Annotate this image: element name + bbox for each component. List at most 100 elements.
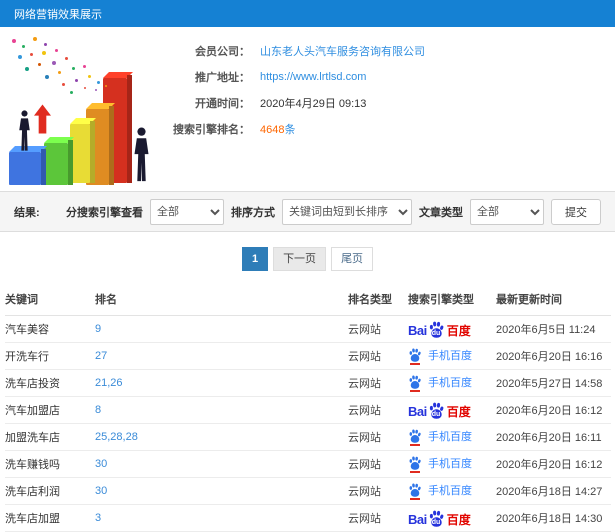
table-row: 汽车美容 9 云网站 Bai du 百度 2020年6月5日 11:24: [5, 315, 611, 343]
illus-bar-yellow: [70, 124, 90, 183]
keyword-cell: 汽车加盟店: [5, 396, 95, 424]
rank-link[interactable]: 27: [95, 350, 107, 362]
businessman-right-icon: [132, 127, 151, 183]
baidu-logo: Bai du 百度: [408, 510, 471, 527]
baidu-paw-icon: [409, 375, 421, 389]
table-row: 洗车店加盟 3 云网站 Bai du 百度 2020年6月18日 14:30: [5, 504, 611, 532]
info-section: 会员公司： 山东老人头汽车服务咨询有限公司 推广地址： https://www.…: [0, 27, 615, 191]
rank-link[interactable]: 30: [95, 458, 107, 470]
rank-cell: 27: [95, 342, 348, 370]
open-time-value: 2020年4月29日 09:13: [260, 98, 367, 110]
keyword-cell: 汽车美容: [5, 315, 95, 343]
rank-type-cell: 云网站: [348, 450, 408, 478]
table-row: 洗车赚钱吗 30 云网站 手机百度 2020年6月20日 16:12: [5, 450, 611, 478]
updated-time-cell: 2020年6月18日 14:27: [496, 477, 611, 505]
rank-link[interactable]: 25,28,28: [95, 431, 138, 443]
rank-link[interactable]: 21,26: [95, 377, 123, 389]
pagination: 1 下一页 尾页: [0, 232, 615, 283]
illus-bar-blue: [9, 152, 41, 185]
promo-url-link[interactable]: https://www.lrtlsd.com: [260, 71, 366, 83]
engine-filter-label: 分搜索引擎查看: [66, 206, 143, 219]
rank-type-cell: 云网站: [348, 342, 408, 370]
baidu-paw-icon: [409, 429, 421, 443]
promo-url-row: 推广地址： https://www.lrtlsd.com: [138, 64, 615, 90]
businessman-left-icon: [17, 110, 32, 152]
engine-type-cell: 手机百度: [408, 477, 496, 505]
rank-link[interactable]: 8: [95, 404, 101, 416]
result-label: 结果:: [14, 206, 40, 219]
mobile-baidu-logo: 手机百度: [408, 455, 472, 473]
header-engine-type: 搜索引擎类型: [408, 283, 496, 316]
engine-type-cell: 手机百度: [408, 342, 496, 370]
baidu-logo: Bai du 百度: [408, 321, 471, 338]
header-updated: 最新更新时间: [496, 283, 611, 316]
member-company-link[interactable]: 山东老人头汽车服务咨询有限公司: [260, 43, 425, 59]
rank-count: 4648: [260, 124, 285, 136]
rank-cell: 9: [95, 315, 348, 343]
updated-time-cell: 2020年6月18日 14:30: [496, 504, 611, 532]
keyword-cell: 洗车店加盟: [5, 504, 95, 532]
table-row: 汽车加盟店 8 云网站 Bai du 百度 2020年6月20日 16:12: [5, 396, 611, 424]
rank-type-cell: 云网站: [348, 423, 408, 451]
rank-table-body: 汽车美容 9 云网站 Bai du 百度 2020年6月5日 11:24 开洗车行 27 云网站手…: [5, 315, 611, 532]
keyword-cell: 洗车赚钱吗: [5, 450, 95, 478]
mobile-baidu-logo: 手机百度: [408, 428, 472, 446]
filter-controls: 分搜索引擎查看 全部 排序方式 关键词由短到长排序 文章类型 全部 提交: [66, 198, 601, 225]
next-page-button[interactable]: 下一页: [273, 247, 327, 271]
article-type-select[interactable]: 全部: [470, 198, 544, 225]
engine-type-cell: 手机百度: [408, 450, 496, 478]
rank-type-cell: 云网站: [348, 396, 408, 424]
rank-table: 关键词 排名 排名类型 搜索引擎类型 最新更新时间 汽车美容 9 云网站 Bai du 百…: [5, 283, 611, 532]
rank-type-cell: 云网站: [348, 315, 408, 343]
header-rank-type: 排名类型: [348, 283, 408, 316]
rank-cell: 30: [95, 450, 348, 478]
updated-time-cell: 2020年5月27日 14:58: [496, 369, 611, 397]
filter-bar: 结果: 分搜索引擎查看 全部 排序方式 关键词由短到长排序 文章类型 全部 提交: [0, 191, 615, 232]
keyword-cell: 洗车店利润: [5, 477, 95, 505]
rank-type-cell: 云网站: [348, 477, 408, 505]
engine-filter-select[interactable]: 全部: [150, 198, 224, 225]
updated-time-cell: 2020年6月20日 16:12: [496, 450, 611, 478]
updated-time-cell: 2020年6月20日 16:16: [496, 342, 611, 370]
engine-type-cell: Bai du 百度: [408, 504, 496, 532]
up-arrow-icon: [34, 104, 51, 137]
mobile-baidu-logo: 手机百度: [408, 482, 472, 500]
rank-cell: 21,26: [95, 369, 348, 397]
rank-type-cell: 云网站: [348, 504, 408, 532]
baidu-paw-icon: [409, 483, 421, 497]
table-row: 开洗车行 27 云网站 手机百度 2020年6月20日 16:16: [5, 342, 611, 370]
table-header-row: 关键词 排名 排名类型 搜索引擎类型 最新更新时间: [5, 283, 611, 316]
illus-bar-green: [44, 143, 68, 185]
rank-type-cell: 云网站: [348, 369, 408, 397]
baidu-paw-icon: [409, 348, 421, 362]
page-title: 网络营销效果展示: [14, 8, 102, 21]
updated-time-cell: 2020年6月20日 16:11: [496, 423, 611, 451]
rank-link[interactable]: 3: [95, 512, 101, 524]
keyword-cell: 开洗车行: [5, 342, 95, 370]
header-keyword: 关键词: [5, 283, 95, 316]
engine-type-cell: 手机百度: [408, 423, 496, 451]
engine-type-cell: 手机百度: [408, 369, 496, 397]
top-bar: 网络营销效果展示: [0, 0, 615, 27]
updated-time-cell: 2020年6月5日 11:24: [496, 315, 611, 343]
engine-rank-row: 搜索引擎排名： 4648条: [138, 116, 615, 142]
mobile-baidu-logo: 手机百度: [408, 374, 472, 392]
rank-cell: 3: [95, 504, 348, 532]
submit-button[interactable]: 提交: [551, 198, 601, 225]
sort-label: 排序方式: [231, 206, 275, 219]
baidu-logo: Bai du 百度: [408, 402, 471, 419]
rank-cell: 8: [95, 396, 348, 424]
keyword-cell: 加盟洗车店: [5, 423, 95, 451]
rank-link[interactable]: 9: [95, 323, 101, 335]
baidu-paw-icon: [409, 456, 421, 470]
keyword-cell: 洗车店投资: [5, 369, 95, 397]
table-row: 加盟洗车店 25,28,28 云网站 手机百度 2020年6月20日 16:11: [5, 423, 611, 451]
sort-select[interactable]: 关键词由短到长排序: [282, 198, 412, 225]
engine-rank-value: 4648条: [260, 121, 295, 137]
last-page-button[interactable]: 尾页: [331, 247, 374, 271]
page-1-button[interactable]: 1: [241, 247, 269, 271]
open-time-row: 开通时间： 2020年4月29日 09:13: [138, 90, 615, 116]
member-company-row: 会员公司： 山东老人头汽车服务咨询有限公司: [138, 38, 615, 64]
rank-link[interactable]: 30: [95, 485, 107, 497]
table-row: 洗车店利润 30 云网站 手机百度 2020年6月18日 14:27: [5, 477, 611, 505]
